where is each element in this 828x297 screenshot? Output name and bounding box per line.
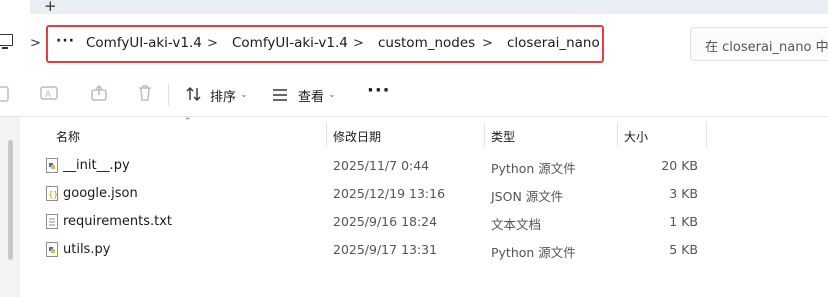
command-bar xyxy=(0,76,828,117)
svg-text:{}: {} xyxy=(49,190,59,199)
svg-text:A: A xyxy=(45,90,52,100)
file-modified: 2025/11/7 0:44 xyxy=(333,158,430,173)
computer-icon-stand xyxy=(2,47,8,49)
sort-icon[interactable] xyxy=(186,86,202,106)
column-divider[interactable] xyxy=(617,122,618,148)
column-divider[interactable] xyxy=(484,122,485,148)
file-type: JSON 源文件 xyxy=(491,189,564,204)
python-file-icon xyxy=(46,242,58,261)
sort-button[interactable]: 排序 xyxy=(210,86,236,105)
breadcrumb-overflow[interactable]: ··· xyxy=(56,33,75,49)
computer-icon[interactable] xyxy=(0,34,13,46)
column-divider[interactable] xyxy=(326,122,327,148)
breadcrumb-item-1[interactable]: ComfyUI-aki-v1.4 xyxy=(86,35,202,51)
column-header-name[interactable]: 名称 xyxy=(56,128,80,145)
new-tab-button[interactable]: + xyxy=(44,0,57,15)
file-modified: 2025/9/16 18:24 xyxy=(333,214,438,229)
column-divider[interactable] xyxy=(706,122,707,148)
text-file-icon xyxy=(46,214,58,233)
sort-indicator-icon: ⌃ xyxy=(184,117,192,127)
file-size: 5 KB xyxy=(669,242,698,257)
file-size: 20 KB xyxy=(661,158,698,173)
file-type: 文本文档 xyxy=(491,217,542,232)
column-header-size[interactable]: 大小 xyxy=(624,128,648,145)
column-header-type[interactable]: 类型 xyxy=(491,128,515,145)
file-size: 1 KB xyxy=(669,214,698,229)
view-icon[interactable] xyxy=(272,87,288,106)
python-file-icon xyxy=(46,158,58,177)
copy-icon[interactable] xyxy=(0,84,12,106)
delete-icon[interactable] xyxy=(136,84,154,106)
json-file-icon: {} xyxy=(46,186,58,205)
file-size: 3 KB xyxy=(669,186,698,201)
file-name[interactable]: __init__.py xyxy=(63,158,130,173)
file-modified: 2025/9/17 13:31 xyxy=(333,242,438,257)
file-name[interactable]: google.json xyxy=(63,186,138,201)
scrollbar-thumb[interactable] xyxy=(8,140,13,260)
toolbar-divider xyxy=(168,84,169,106)
column-header-modified[interactable]: 修改日期 xyxy=(333,128,381,145)
breadcrumb-item-3[interactable]: custom_nodes xyxy=(378,35,475,51)
active-tab[interactable] xyxy=(0,0,30,14)
view-button[interactable]: 查看 xyxy=(298,86,324,105)
file-name[interactable]: requirements.txt xyxy=(63,214,172,229)
tab-strip xyxy=(0,0,828,14)
search-input[interactable]: 在 closerai_nano 中搜 xyxy=(705,36,828,55)
rename-icon[interactable]: A xyxy=(40,84,58,106)
breadcrumb-item-2[interactable]: ComfyUI-aki-v1.4 xyxy=(232,35,348,51)
chevron-down-icon[interactable]: ⌄ xyxy=(240,90,248,100)
chevron-right-icon[interactable]: > xyxy=(30,36,41,51)
more-options-button[interactable]: ··· xyxy=(367,80,391,101)
file-modified: 2025/12/19 13:16 xyxy=(333,186,446,201)
chevron-right-icon[interactable]: > xyxy=(353,36,364,51)
chevron-right-icon[interactable]: > xyxy=(207,36,218,51)
file-type: Python 源文件 xyxy=(491,161,576,176)
breadcrumb-item-4[interactable]: closerai_nano xyxy=(507,35,600,51)
share-icon[interactable] xyxy=(90,84,108,106)
file-name[interactable]: utils.py xyxy=(63,242,110,257)
file-type: Python 源文件 xyxy=(491,245,576,260)
chevron-right-icon[interactable]: > xyxy=(482,36,493,51)
chevron-down-icon[interactable]: ⌄ xyxy=(328,90,336,100)
